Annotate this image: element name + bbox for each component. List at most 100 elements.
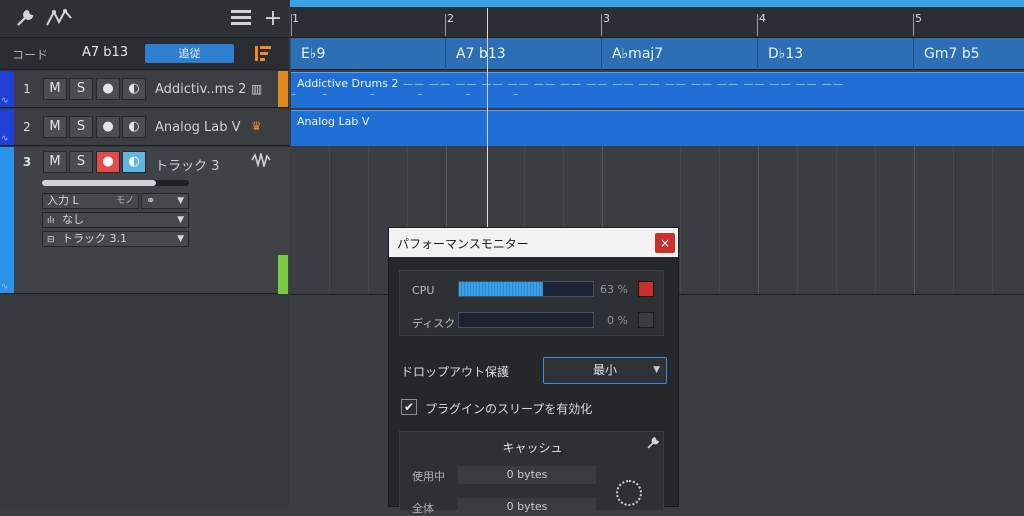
chord-label: コード — [12, 48, 49, 62]
record-arm-button[interactable]: ● — [96, 116, 120, 138]
dropout-protection-select[interactable]: 最小 ▼ — [543, 357, 667, 384]
waveform-icon: ∿ — [1, 134, 9, 144]
record-icon: ● — [102, 81, 114, 96]
channel-selector[interactable]: ⊟ トラック 3.1 ▼ — [42, 231, 189, 247]
chevron-down-icon: ▼ — [177, 215, 184, 225]
cpu-percent: 63 % — [600, 283, 628, 296]
volume-slider[interactable] — [42, 180, 189, 186]
cache-total-value: 0 bytes — [458, 498, 596, 516]
track-name[interactable]: Addictiv..ms 2 — [155, 82, 246, 97]
output-selector[interactable]: ılı なし ▼ — [42, 212, 189, 228]
grid-line — [836, 146, 837, 294]
channel-icon: ⊟ — [47, 235, 55, 245]
record-arm-button[interactable]: ● — [96, 78, 120, 100]
volume-slider-fill — [42, 180, 156, 186]
cache-title: キャッシュ — [502, 441, 563, 455]
grid-line — [719, 146, 720, 294]
wrench-icon[interactable] — [646, 436, 660, 454]
track-row-1[interactable]: ∿ 1 M S ● ◐ Addictiv..ms 2 ▥ — [0, 71, 289, 108]
bar-number: 1 — [292, 12, 299, 25]
chevron-down-icon: ▼ — [177, 234, 184, 244]
record-icon: ● — [102, 154, 114, 169]
audio-waveform-icon — [251, 150, 271, 170]
monitor-button[interactable]: ◐ — [122, 151, 146, 173]
waveform-icon: ∿ — [1, 282, 9, 292]
cpu-overload-indicator — [638, 281, 654, 297]
bar-number: 3 — [603, 12, 610, 25]
chord-track-lane[interactable]: E♭9 A7 b13 A♭maj7 D♭13 Gm7 b5 — [290, 38, 1024, 70]
input-value: 入力 L — [47, 194, 79, 207]
record-arm-button[interactable]: ● — [96, 151, 120, 173]
track-name[interactable]: Analog Lab V — [155, 120, 241, 135]
bar-number: 4 — [759, 12, 766, 25]
automation-icon[interactable] — [45, 8, 73, 30]
cache-used-value: 0 bytes — [458, 466, 596, 484]
track-name[interactable]: トラック 3 — [155, 155, 219, 174]
follow-button[interactable]: 追従 — [145, 44, 234, 63]
chord-track-header: コード A7 b13 追従 — [0, 38, 289, 70]
wrench-icon[interactable] — [14, 8, 36, 30]
monitor-button[interactable]: ◐ — [122, 78, 146, 100]
cpu-meter-fill — [459, 282, 544, 296]
mute-button[interactable]: M — [43, 151, 67, 173]
plugin-sleep-checkbox[interactable]: ✔ — [401, 399, 417, 415]
solo-button[interactable]: S — [69, 151, 93, 173]
bar-number: 2 — [447, 12, 454, 25]
track-color-strip: ∿ — [0, 71, 14, 107]
chevron-down-icon: ▼ — [653, 365, 660, 375]
track-side-strip — [278, 255, 288, 294]
drum-pattern: – – – – – – — [291, 89, 520, 100]
close-icon: × — [659, 236, 671, 250]
grid-line — [329, 146, 330, 294]
disk-label: ディスク — [412, 317, 456, 330]
track-row-2[interactable]: ∿ 2 M S ● ◐ Analog Lab V ♛ — [0, 109, 289, 146]
solo-button[interactable]: S — [69, 78, 93, 100]
clip-name: Analog Lab V — [297, 115, 370, 128]
track-number: 1 — [23, 82, 31, 96]
performance-monitor-window: パフォーマンスモニター × CPU 63 % ディスク 0 % ドロップアウト保… — [388, 227, 679, 516]
chord-current-value: A7 b13 — [82, 45, 129, 60]
grid-line — [953, 146, 954, 294]
disk-percent: 0 % — [607, 314, 628, 327]
disk-overload-indicator — [638, 312, 654, 328]
grid-line — [914, 146, 915, 294]
chord-event[interactable]: Gm7 b5 — [913, 38, 1024, 70]
grid-line — [680, 146, 681, 294]
mute-button[interactable]: M — [43, 78, 67, 100]
monitor-icon: ◐ — [128, 119, 140, 134]
chord-event[interactable]: A7 b13 — [445, 38, 601, 70]
chord-event[interactable]: E♭9 — [290, 38, 445, 70]
bar-tick — [601, 14, 602, 36]
instrument-icon: ♛ — [251, 119, 262, 133]
record-icon: ● — [102, 119, 114, 134]
bar-tick — [913, 14, 914, 36]
chevron-down-icon: ▼ — [177, 196, 184, 206]
loop-range-bar[interactable] — [290, 0, 1024, 7]
clip-analog-lab[interactable]: Analog Lab V — [291, 110, 1024, 146]
playhead-cursor[interactable] — [487, 8, 488, 228]
input-selector[interactable]: 入力 L モノ — [42, 193, 139, 209]
chord-event[interactable]: D♭13 — [757, 38, 913, 70]
cache-panel: キャッシュ 使用中 0 bytes 全体 0 bytes — [399, 431, 664, 516]
chord-event[interactable]: A♭maj7 — [601, 38, 757, 70]
window-title-bar[interactable]: パフォーマンスモニター × — [389, 228, 678, 257]
close-button[interactable]: × — [655, 233, 675, 253]
mute-button[interactable]: M — [43, 116, 67, 138]
waveform-icon: ∿ — [1, 96, 9, 106]
solo-button[interactable]: S — [69, 116, 93, 138]
monitor-button[interactable]: ◐ — [122, 116, 146, 138]
stereo-toggle[interactable]: ⚭ ▼ — [141, 193, 189, 209]
grid-line — [875, 146, 876, 294]
track-row-3[interactable]: ∿ 3 M S ● ◐ トラック 3 入力 L モノ ⚭ ▼ ılı なし ▼ ⊟… — [0, 147, 289, 294]
dropout-protection-label: ドロップアウト保護 — [401, 365, 510, 379]
list-icon[interactable] — [230, 8, 252, 30]
monitor-icon: ◐ — [128, 154, 140, 169]
track-color-strip: ∿ — [0, 147, 14, 293]
chord-icon[interactable] — [252, 43, 274, 65]
clip-addictive-drums[interactable]: Addictive Drums 2 —— —— —— —— —— —— —— —… — [291, 72, 1024, 108]
disk-meter — [458, 312, 594, 328]
plus-icon[interactable]: + — [262, 8, 284, 30]
channel-value: トラック 3.1 — [62, 232, 128, 245]
grid-line — [992, 146, 993, 294]
bar-tick — [445, 14, 446, 36]
